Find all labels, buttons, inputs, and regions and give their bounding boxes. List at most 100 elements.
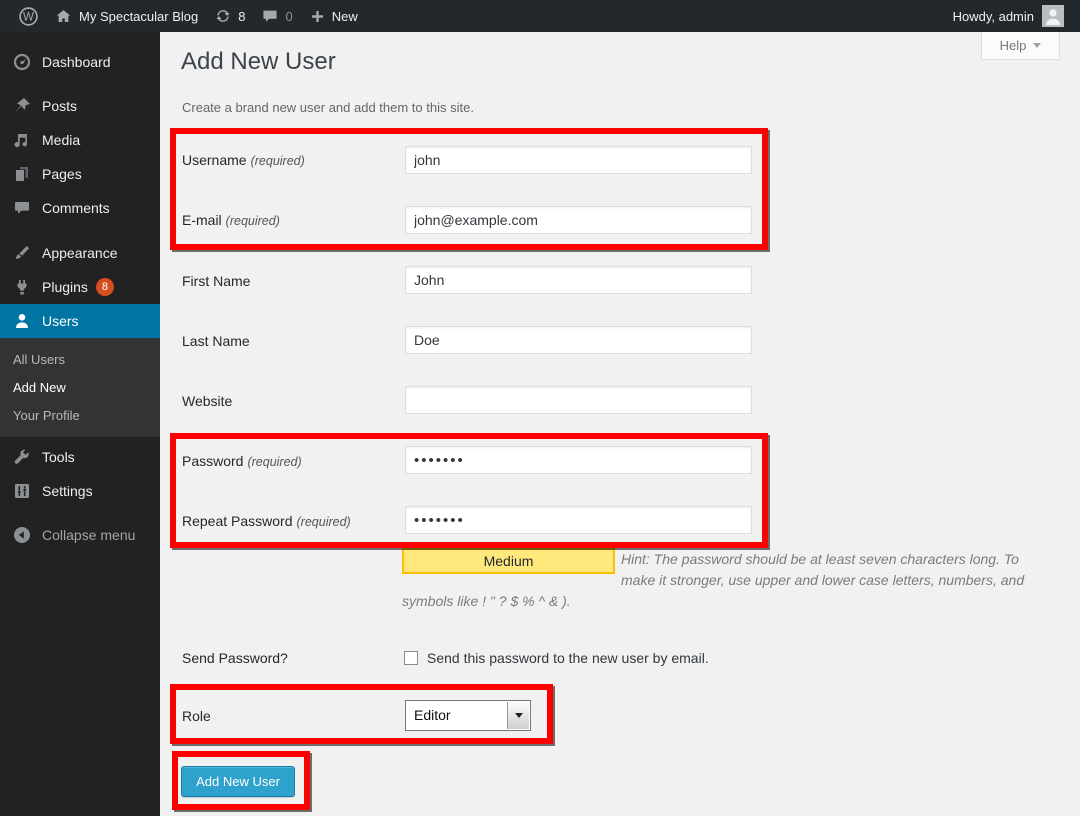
label-text: E-mail [182, 212, 222, 228]
submenu-item-all-users[interactable]: All Users [0, 345, 160, 373]
password-input[interactable] [405, 446, 752, 474]
main-content: Help Add New User Create a brand new use… [160, 32, 1080, 816]
sidebar-item-label: Tools [42, 449, 75, 465]
help-button[interactable]: Help [981, 32, 1060, 60]
sidebar-item-label: Appearance [42, 245, 118, 261]
required-note: (required) [247, 455, 301, 469]
comment-count: 0 [285, 9, 292, 24]
label-text: Password [182, 453, 243, 469]
label-text: First Name [182, 273, 250, 289]
sidebar-item-label: Users [42, 313, 79, 329]
new-content-menu[interactable]: New [301, 0, 366, 32]
admin-sidebar: Dashboard Posts Media Pages Comments App… [0, 32, 160, 816]
password-hint-line: make it stronger, use upper and lower ca… [621, 572, 1024, 588]
send-password-checkbox-label: Send this password to the new user by em… [427, 650, 709, 666]
email-label: E-mail (required) [182, 212, 280, 228]
media-icon [12, 130, 32, 150]
submenu-item-your-profile[interactable]: Your Profile [0, 401, 160, 429]
site-name-menu[interactable]: My Spectacular Blog [47, 0, 206, 32]
label-text: Last Name [182, 333, 250, 349]
username-input[interactable] [405, 146, 752, 174]
collapse-arrow-icon [12, 525, 32, 545]
role-select[interactable]: Editor [405, 700, 531, 731]
send-password-label: Send Password? [182, 650, 288, 666]
plugin-icon [12, 277, 32, 297]
sidebar-item-label: Settings [42, 483, 93, 499]
add-new-user-button[interactable]: Add New User [181, 766, 295, 797]
submenu-item-label: All Users [13, 352, 65, 367]
username-label: Username (required) [182, 152, 305, 168]
admin-bar-left: W My Spectacular Blog 8 0 [0, 0, 366, 32]
plugins-update-badge: 8 [96, 278, 114, 296]
password-strength-meter: Medium [402, 548, 615, 574]
sidebar-item-pages[interactable]: Pages [0, 157, 160, 191]
chevron-down-icon [1033, 43, 1041, 52]
email-field[interactable] [405, 206, 752, 234]
svg-text:W: W [23, 11, 34, 23]
chevron-down-icon [515, 713, 523, 722]
sidebar-item-plugins[interactable]: Plugins 8 [0, 270, 160, 304]
home-icon [55, 8, 72, 25]
greeting-label: Howdy, admin [953, 9, 1034, 24]
pages-icon [12, 164, 32, 184]
pushpin-icon [12, 96, 32, 116]
settings-sliders-icon [12, 481, 32, 501]
sidebar-item-label: Media [42, 132, 80, 148]
submenu-item-add-new[interactable]: Add New [0, 373, 160, 401]
wordpress-logo-menu[interactable]: W [10, 0, 47, 32]
submenu-item-label: Your Profile [13, 408, 80, 423]
required-note: (required) [251, 154, 305, 168]
wrench-icon [12, 447, 32, 467]
comments-menu[interactable]: 0 [253, 0, 300, 32]
sidebar-item-label: Posts [42, 98, 77, 114]
password-label: Password (required) [182, 453, 302, 469]
dashboard-icon [12, 52, 32, 72]
repeat-password-label: Repeat Password (required) [182, 513, 351, 529]
sidebar-item-label: Dashboard [42, 54, 111, 70]
required-note: (required) [226, 214, 280, 228]
last-name-label: Last Name [182, 333, 250, 349]
first-name-input[interactable] [405, 266, 752, 294]
sidebar-item-comments[interactable]: Comments [0, 191, 160, 225]
label-text: Website [182, 393, 232, 409]
label-text: Role [182, 708, 211, 724]
my-account-menu[interactable]: Howdy, admin [945, 0, 1072, 32]
sidebar-item-dashboard[interactable]: Dashboard [0, 45, 160, 79]
page-title: Add New User [181, 48, 336, 76]
user-icon [12, 311, 32, 331]
new-label: New [332, 9, 358, 24]
sidebar-item-label: Pages [42, 166, 82, 182]
send-password-checkbox[interactable] [404, 651, 418, 665]
comments-icon [12, 198, 32, 218]
plus-icon [309, 8, 326, 25]
updates-menu[interactable]: 8 [206, 0, 253, 32]
admin-bar-right: Howdy, admin [945, 0, 1080, 32]
wordpress-admin-page: W My Spectacular Blog 8 0 [0, 0, 1080, 816]
label-text: Username [182, 152, 247, 168]
help-label: Help [1000, 38, 1027, 53]
sidebar-item-posts[interactable]: Posts [0, 89, 160, 123]
updates-icon [214, 7, 232, 25]
role-selected-value: Editor [414, 707, 451, 723]
password-hint-line: Hint: The password should be at least se… [621, 551, 1019, 567]
update-count: 8 [238, 9, 245, 24]
last-name-input[interactable] [405, 326, 752, 354]
submenu-item-label: Add New [13, 380, 66, 395]
required-note: (required) [297, 515, 351, 529]
avatar [1042, 5, 1064, 27]
website-label: Website [182, 393, 232, 409]
sidebar-item-media[interactable]: Media [0, 123, 160, 157]
first-name-label: First Name [182, 273, 250, 289]
sidebar-item-tools[interactable]: Tools [0, 440, 160, 474]
label-text: Repeat Password [182, 513, 293, 529]
website-input[interactable] [405, 386, 752, 414]
admin-bar: W My Spectacular Blog 8 0 [0, 0, 1080, 32]
sidebar-item-appearance[interactable]: Appearance [0, 236, 160, 270]
password-hint-line: symbols like ! " ? $ % ^ & ). [402, 593, 571, 609]
repeat-password-input[interactable] [405, 506, 752, 534]
sidebar-item-settings[interactable]: Settings [0, 474, 160, 508]
site-name-label: My Spectacular Blog [79, 9, 198, 24]
collapse-menu-button[interactable]: Collapse menu [0, 518, 160, 552]
sidebar-item-users[interactable]: Users [0, 304, 160, 338]
select-dropdown-button[interactable] [507, 702, 529, 729]
